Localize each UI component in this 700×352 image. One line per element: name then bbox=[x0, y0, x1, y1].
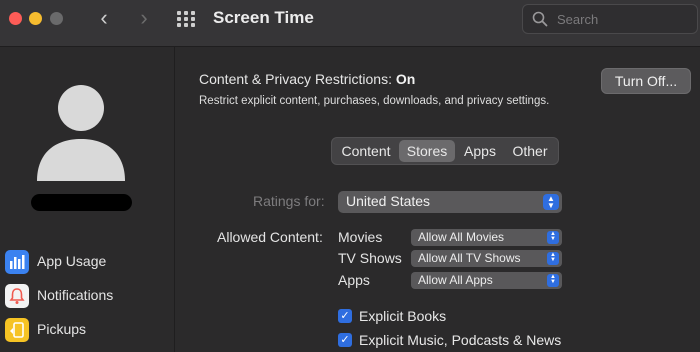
sidebar-item-label: Pickups bbox=[37, 321, 87, 337]
ratings-country-select[interactable]: United States ▲ ▼ bbox=[338, 191, 562, 213]
minimize-window-button[interactable] bbox=[29, 12, 42, 25]
sidebar: App Usage Notifications Pickups bbox=[0, 47, 175, 352]
explicit-books-checkbox[interactable]: ✓ bbox=[338, 309, 352, 323]
title-bar: ‹ › Screen Time bbox=[0, 0, 700, 47]
explicit-music-checkbox[interactable]: ✓ bbox=[338, 333, 352, 347]
restrictions-description: Restrict explicit content, purchases, do… bbox=[199, 95, 550, 107]
sidebar-item-label: Notifications bbox=[37, 287, 114, 303]
explicit-music-label: Explicit Music, Podcasts & News bbox=[359, 332, 562, 348]
movies-label: Movies bbox=[338, 229, 383, 245]
pickups-icon bbox=[5, 318, 29, 342]
apps-select[interactable]: Allow All Apps ▲ ▼ bbox=[411, 272, 562, 289]
ratings-country-value: United States bbox=[346, 193, 431, 209]
explicit-books-label: Explicit Books bbox=[359, 308, 447, 324]
apps-value: Allow All Apps bbox=[418, 273, 493, 287]
app-usage-icon bbox=[5, 250, 29, 274]
movies-value: Allow All Movies bbox=[418, 230, 505, 244]
search-input[interactable] bbox=[555, 9, 689, 29]
show-all-grid-icon[interactable] bbox=[177, 11, 195, 27]
tv-shows-value: Allow All TV Shows bbox=[418, 251, 521, 265]
forward-arrow-icon[interactable]: › bbox=[133, 7, 155, 30]
movies-select[interactable]: Allow All Movies ▲ ▼ bbox=[411, 229, 562, 246]
restrictions-header: Content & Privacy Restrictions: On bbox=[199, 71, 415, 87]
restrictions-status: On bbox=[395, 71, 416, 87]
tab-other[interactable]: Other bbox=[505, 140, 555, 162]
close-window-button[interactable] bbox=[9, 12, 22, 25]
sidebar-item-pickups[interactable]: Pickups bbox=[5, 317, 173, 343]
popup-chevrons-icon: ▲ ▼ bbox=[547, 231, 559, 244]
popup-chevrons-icon: ▲ ▼ bbox=[547, 274, 559, 287]
notifications-icon bbox=[5, 284, 29, 308]
ratings-label: Ratings for: bbox=[253, 193, 325, 209]
window-title: Screen Time bbox=[213, 8, 314, 27]
apps-label: Apps bbox=[338, 272, 370, 288]
turn-off-button[interactable]: Turn Off... bbox=[601, 68, 691, 94]
sidebar-item-app-usage[interactable]: App Usage bbox=[5, 249, 173, 275]
tv-shows-label: TV Shows bbox=[338, 250, 402, 266]
user-name-redacted bbox=[31, 194, 132, 211]
popup-chevrons-icon: ▲ ▼ bbox=[547, 252, 559, 265]
back-arrow-icon[interactable]: ‹ bbox=[93, 7, 115, 30]
tab-content[interactable]: Content bbox=[335, 140, 397, 162]
allowed-content-label: Allowed Content: bbox=[217, 229, 323, 245]
sidebar-item-label: App Usage bbox=[37, 253, 107, 269]
tab-apps[interactable]: Apps bbox=[457, 140, 503, 162]
user-avatar-icon bbox=[37, 85, 125, 181]
category-tabs: Content Stores Apps Other bbox=[331, 137, 559, 165]
sidebar-item-notifications[interactable]: Notifications bbox=[5, 283, 173, 309]
tab-stores[interactable]: Stores bbox=[399, 140, 455, 162]
tv-shows-select[interactable]: Allow All TV Shows ▲ ▼ bbox=[411, 250, 562, 267]
search-icon bbox=[532, 11, 548, 27]
main-content: Content & Privacy Restrictions: On Restr… bbox=[175, 47, 700, 352]
restrictions-label: Content & Privacy Restrictions: bbox=[199, 71, 392, 87]
search-field[interactable] bbox=[522, 4, 698, 34]
zoom-window-button[interactable] bbox=[50, 12, 63, 25]
popup-chevrons-icon: ▲ ▼ bbox=[543, 194, 559, 210]
